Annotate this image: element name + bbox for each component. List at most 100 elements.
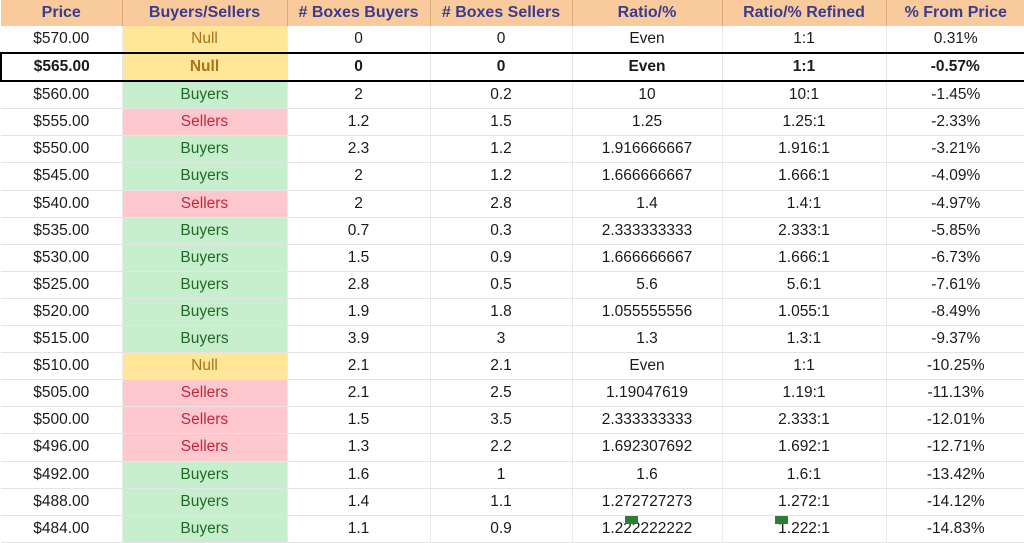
cell-boxes-buyers[interactable]: 2.1	[287, 379, 431, 408]
cell-ratio[interactable]: 1.19047619	[572, 379, 723, 408]
table-row[interactable]: $550.00 Buyers 2.3 1.2 1.916666667 1.916:1 -3.…	[1, 135, 1024, 164]
cell-ratio[interactable]: Even	[572, 52, 723, 83]
cell-price[interactable]: $535.00	[1, 217, 123, 245]
cell-boxes-sellers[interactable]: 3	[430, 325, 573, 354]
cell-buyers-sellers[interactable]: Buyers	[122, 81, 288, 110]
cell-ratio[interactable]: 1.25	[572, 108, 723, 137]
cell-boxes-sellers[interactable]: 2.2	[430, 433, 573, 462]
cell-boxes-sellers[interactable]: 0	[430, 52, 573, 83]
cell-boxes-sellers[interactable]: 0	[430, 26, 573, 54]
cell-buyers-sellers[interactable]: Null	[122, 52, 288, 83]
cell-boxes-sellers[interactable]: 2.5	[430, 379, 573, 408]
cell-boxes-buyers[interactable]: 3.9	[287, 325, 431, 354]
column-header-pct-from-price[interactable]: % From Price	[886, 0, 1024, 26]
cell-price[interactable]: $525.00	[1, 271, 123, 299]
cell-pct-from-price[interactable]: -9.37%	[886, 325, 1024, 354]
cell-ratio[interactable]: Even	[572, 352, 723, 381]
table-row[interactable]: $555.00 Sellers 1.2 1.5 1.25 1.25:1 -2.33%	[1, 108, 1024, 137]
cell-buyers-sellers[interactable]: Sellers	[122, 190, 288, 218]
cell-buyers-sellers[interactable]: Sellers	[122, 379, 288, 408]
cell-boxes-buyers[interactable]: 1.5	[287, 406, 431, 435]
cell-pct-from-price[interactable]: -14.12%	[886, 488, 1024, 516]
cell-buyers-sellers[interactable]: Buyers	[122, 135, 288, 164]
column-header-boxes-buyers[interactable]: # Boxes Buyers	[287, 0, 431, 26]
cell-buyers-sellers[interactable]: Buyers	[122, 325, 288, 354]
cell-buyers-sellers[interactable]: Null	[122, 352, 288, 381]
table-row[interactable]: $535.00 Buyers 0.7 0.3 2.333333333 2.333:1 -5.…	[1, 217, 1024, 245]
cell-boxes-buyers[interactable]: 2	[287, 190, 431, 218]
cell-boxes-sellers[interactable]: 0.3	[430, 217, 573, 245]
cell-pct-from-price[interactable]: -14.83%	[886, 515, 1024, 543]
cell-ratio-refined[interactable]: 1:1	[722, 26, 887, 54]
table-row[interactable]: $500.00 Sellers 1.5 3.5 2.333333333 2.333:1 -1…	[1, 406, 1024, 435]
cell-boxes-sellers[interactable]: 1	[430, 461, 573, 489]
cell-pct-from-price[interactable]: -5.85%	[886, 217, 1024, 245]
cell-buyers-sellers[interactable]: Buyers	[122, 271, 288, 299]
cell-boxes-buyers[interactable]: 1.6	[287, 461, 431, 489]
cell-price[interactable]: $550.00	[1, 135, 123, 164]
column-header-boxes-sellers[interactable]: # Boxes Sellers	[430, 0, 573, 26]
cell-ratio-refined[interactable]: 1:1	[722, 352, 887, 381]
cell-boxes-sellers[interactable]: 3.5	[430, 406, 573, 435]
cell-buyers-sellers[interactable]: Null	[122, 26, 288, 54]
cell-ratio[interactable]: 2.333333333	[572, 406, 723, 435]
cell-boxes-buyers[interactable]: 2	[287, 162, 431, 191]
cell-boxes-buyers[interactable]: 2.1	[287, 352, 431, 381]
cell-price[interactable]: $545.00	[1, 162, 123, 191]
table-row[interactable]: $496.00 Sellers 1.3 2.2 1.692307692 1.692:1 -1…	[1, 433, 1024, 462]
cell-boxes-sellers[interactable]: 1.2	[430, 162, 573, 191]
table-row[interactable]: $525.00 Buyers 2.8 0.5 5.6 5.6:1 -7.61%	[1, 271, 1024, 299]
column-header-ratio-refined[interactable]: Ratio/% Refined	[722, 0, 887, 26]
cell-price[interactable]: $555.00	[1, 108, 123, 137]
cell-buyers-sellers[interactable]: Buyers	[122, 515, 288, 543]
cell-boxes-sellers[interactable]: 1.1	[430, 488, 573, 516]
cell-ratio[interactable]: 1.666666667	[572, 162, 723, 191]
cell-ratio-refined[interactable]: 1.272:1	[722, 488, 887, 516]
cell-boxes-sellers[interactable]: 0.9	[430, 244, 573, 272]
cell-boxes-buyers[interactable]: 1.5	[287, 244, 431, 272]
cell-ratio-refined[interactable]: 1.19:1	[722, 379, 887, 408]
cell-pct-from-price[interactable]: -13.42%	[886, 461, 1024, 489]
cell-boxes-sellers[interactable]: 1.8	[430, 298, 573, 327]
cell-boxes-sellers[interactable]: 0.5	[430, 271, 573, 299]
cell-pct-from-price[interactable]: -4.97%	[886, 190, 1024, 218]
cell-price[interactable]: $496.00	[1, 433, 123, 462]
cell-buyers-sellers[interactable]: Sellers	[122, 108, 288, 137]
cell-price[interactable]: $510.00	[1, 352, 123, 381]
cell-ratio-refined[interactable]: 5.6:1	[722, 271, 887, 299]
cell-ratio-refined[interactable]: 2.333:1	[722, 406, 887, 435]
column-header-ratio[interactable]: Ratio/%	[572, 0, 723, 26]
cell-price[interactable]: $500.00	[1, 406, 123, 435]
cell-price[interactable]: $484.00	[1, 515, 123, 543]
cell-pct-from-price[interactable]: -2.33%	[886, 108, 1024, 137]
cell-ratio-refined[interactable]: 1.25:1	[722, 108, 887, 137]
table-row[interactable]: $492.00 Buyers 1.6 1 1.6 1.6:1 -13.42%	[1, 461, 1024, 489]
table-row[interactable]: $565.00 Null 0 0 Even 1:1 -0.57%	[0, 52, 1024, 83]
cell-boxes-buyers[interactable]: 0	[287, 52, 431, 83]
cell-price[interactable]: $520.00	[1, 298, 123, 327]
cell-price[interactable]: $570.00	[1, 26, 123, 54]
column-header-price[interactable]: Price	[1, 0, 123, 26]
cell-ratio[interactable]: 1.692307692	[572, 433, 723, 462]
cell-ratio[interactable]: 1.272727273	[572, 488, 723, 516]
cell-pct-from-price[interactable]: -7.61%	[886, 271, 1024, 299]
table-row[interactable]: $520.00 Buyers 1.9 1.8 1.055555556 1.055:1 -8.…	[1, 298, 1024, 327]
cell-boxes-buyers[interactable]: 1.1	[287, 515, 431, 543]
cell-boxes-sellers[interactable]: 0.2	[430, 81, 573, 110]
cell-ratio[interactable]: 1.3	[572, 325, 723, 354]
cell-boxes-buyers[interactable]: 0	[287, 26, 431, 54]
cell-pct-from-price[interactable]: -6.73%	[886, 244, 1024, 272]
cell-boxes-sellers[interactable]: 1.2	[430, 135, 573, 164]
cell-ratio[interactable]: 1.055555556	[572, 298, 723, 327]
cell-buyers-sellers[interactable]: Buyers	[122, 488, 288, 516]
cell-buyers-sellers[interactable]: Sellers	[122, 433, 288, 462]
cell-ratio[interactable]: 5.6	[572, 271, 723, 299]
cell-ratio-refined[interactable]: 10:1	[722, 81, 887, 110]
cell-ratio[interactable]: 1.6	[572, 461, 723, 489]
cell-pct-from-price[interactable]: -3.21%	[886, 135, 1024, 164]
cell-price[interactable]: $565.00	[0, 52, 123, 83]
cell-ratio-refined[interactable]: 1.4:1	[722, 190, 887, 218]
table-row[interactable]: $540.00 Sellers 2 2.8 1.4 1.4:1 -4.97%	[1, 190, 1024, 218]
cell-boxes-buyers[interactable]: 1.4	[287, 488, 431, 516]
table-row[interactable]: $515.00 Buyers 3.9 3 1.3 1.3:1 -9.37%	[1, 325, 1024, 354]
